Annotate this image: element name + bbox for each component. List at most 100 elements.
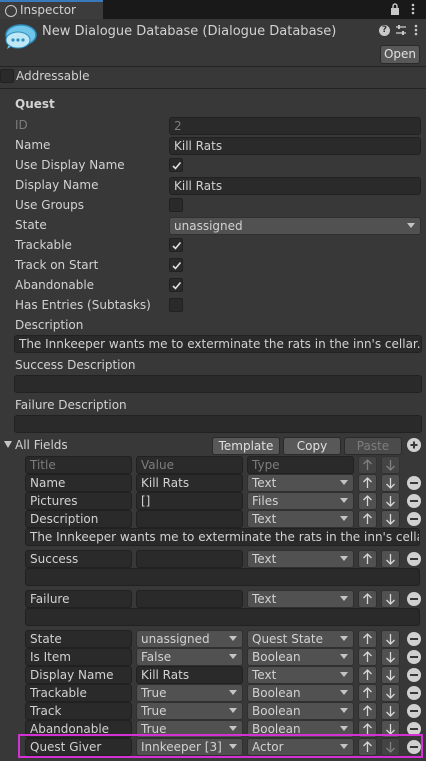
dropdown-value: unassigned (141, 632, 210, 646)
field-title[interactable]: Is Item (25, 648, 132, 666)
field-value[interactable]: Kill Rats (136, 666, 243, 684)
copy-button[interactable]: Copy (283, 437, 341, 455)
move-down-button[interactable] (381, 702, 400, 720)
success-description-field[interactable] (14, 375, 422, 393)
move-up-button[interactable] (358, 474, 377, 492)
field-long-text[interactable]: The Innkeeper wants me to exterminate th… (25, 528, 420, 546)
field-title[interactable]: Track (25, 702, 132, 720)
property-checkbox[interactable] (169, 278, 183, 292)
move-down-button[interactable] (381, 666, 400, 684)
property-checkbox[interactable] (169, 298, 183, 312)
field-title[interactable]: Trackable (25, 684, 132, 702)
property-text-field[interactable]: Kill Rats (169, 177, 421, 195)
remove-field-icon[interactable] (407, 686, 421, 700)
property-label: Use Display Name (15, 158, 125, 172)
dropdown-value: Text (252, 552, 277, 566)
field-type-dropdown[interactable]: Text (247, 474, 354, 492)
chevron-down-icon (229, 636, 237, 641)
tab-inspector[interactable]: Inspector (0, 0, 103, 19)
remove-field-icon[interactable] (407, 552, 421, 566)
description-field[interactable]: The Innkeeper wants me to exterminate th… (14, 335, 422, 353)
move-down-button[interactable] (381, 510, 400, 528)
remove-field-icon[interactable] (407, 650, 421, 664)
move-up-button[interactable] (358, 666, 377, 684)
move-down-button[interactable] (381, 590, 400, 608)
field-value-dropdown[interactable]: False (136, 648, 243, 666)
field-value-dropdown[interactable]: True (136, 684, 243, 702)
remove-field-icon[interactable] (407, 592, 421, 606)
move-down-button[interactable] (381, 630, 400, 648)
field-long-text[interactable] (25, 568, 420, 586)
chevron-down-icon (407, 223, 415, 228)
property-checkbox[interactable] (169, 198, 183, 212)
addressable-checkbox[interactable] (0, 69, 14, 83)
dropdown-value: True (141, 704, 167, 718)
field-long-text[interactable] (25, 608, 420, 626)
field-value[interactable]: [] (136, 492, 243, 510)
remove-field-icon[interactable] (407, 476, 421, 490)
field-value[interactable] (136, 550, 243, 568)
move-up-button[interactable] (358, 648, 377, 666)
field-value-dropdown[interactable]: True (136, 702, 243, 720)
move-down-button[interactable] (381, 648, 400, 666)
failure-description-label: Failure Description (15, 398, 127, 412)
field-title[interactable]: State (25, 630, 132, 648)
template-button[interactable]: Template (212, 437, 280, 455)
field-title[interactable]: Display Name (25, 666, 132, 684)
field-value-dropdown[interactable]: unassigned (136, 630, 243, 648)
move-up-button[interactable] (358, 590, 377, 608)
move-up-button[interactable] (358, 630, 377, 648)
field-type-dropdown[interactable]: Boolean (247, 684, 354, 702)
field-type-dropdown[interactable]: Text (247, 590, 354, 608)
open-button[interactable]: Open (380, 45, 420, 64)
field-title[interactable]: Failure (25, 590, 132, 608)
move-up-button[interactable] (358, 510, 377, 528)
move-down-button[interactable] (381, 474, 400, 492)
field-value[interactable] (136, 510, 243, 528)
field-value[interactable]: Kill Rats (136, 474, 243, 492)
property-checkbox[interactable] (169, 158, 183, 172)
dropdown-value: False (141, 650, 172, 664)
remove-field-icon[interactable] (407, 632, 421, 646)
field-type-dropdown[interactable]: Quest State (247, 630, 354, 648)
remove-field-icon[interactable] (407, 668, 421, 682)
field-title[interactable]: Success (25, 550, 132, 568)
property-dropdown[interactable]: unassigned (169, 217, 421, 235)
property-checkbox[interactable] (169, 238, 183, 252)
kebab-menu-icon[interactable] (413, 24, 419, 36)
field-type-dropdown[interactable]: Text (247, 510, 354, 528)
remove-field-icon[interactable] (407, 512, 421, 526)
field-type-dropdown[interactable]: Text (247, 550, 354, 568)
foldout-arrow-icon[interactable] (4, 441, 12, 448)
title-column-header: Title (25, 456, 132, 474)
field-type-dropdown[interactable]: Boolean (247, 648, 354, 666)
field-value[interactable] (136, 590, 243, 608)
field-title[interactable]: Name (25, 474, 132, 492)
move-up-button[interactable] (358, 492, 377, 510)
add-field-icon[interactable] (407, 438, 421, 452)
move-down-button[interactable] (381, 492, 400, 510)
move-down-button[interactable] (381, 550, 400, 568)
field-title[interactable]: Pictures (25, 492, 132, 510)
help-icon[interactable]: ? (379, 25, 390, 36)
kebab-menu-icon[interactable] (410, 3, 416, 15)
failure-description-field[interactable] (14, 415, 422, 433)
move-down-button[interactable] (381, 684, 400, 702)
move-up-button[interactable] (358, 550, 377, 568)
field-type-dropdown[interactable]: Boolean (247, 702, 354, 720)
remove-field-icon[interactable] (407, 494, 421, 508)
property-text-field[interactable]: Kill Rats (169, 137, 421, 155)
field-type-dropdown[interactable]: Text (247, 666, 354, 684)
remove-field-icon[interactable] (407, 704, 421, 718)
lock-icon[interactable] (390, 3, 400, 15)
paste-button[interactable]: Paste (344, 437, 402, 455)
move-up-button[interactable] (358, 702, 377, 720)
field-title[interactable]: Description (25, 510, 132, 528)
tab-label: Inspector (20, 3, 76, 17)
move-up-button[interactable] (358, 684, 377, 702)
dropdown-value: Text (252, 512, 277, 526)
field-type-dropdown[interactable]: Files (247, 492, 354, 510)
dropdown-value: Files (252, 494, 279, 508)
settings-sliders-icon[interactable] (395, 24, 407, 36)
property-checkbox[interactable] (169, 258, 183, 272)
